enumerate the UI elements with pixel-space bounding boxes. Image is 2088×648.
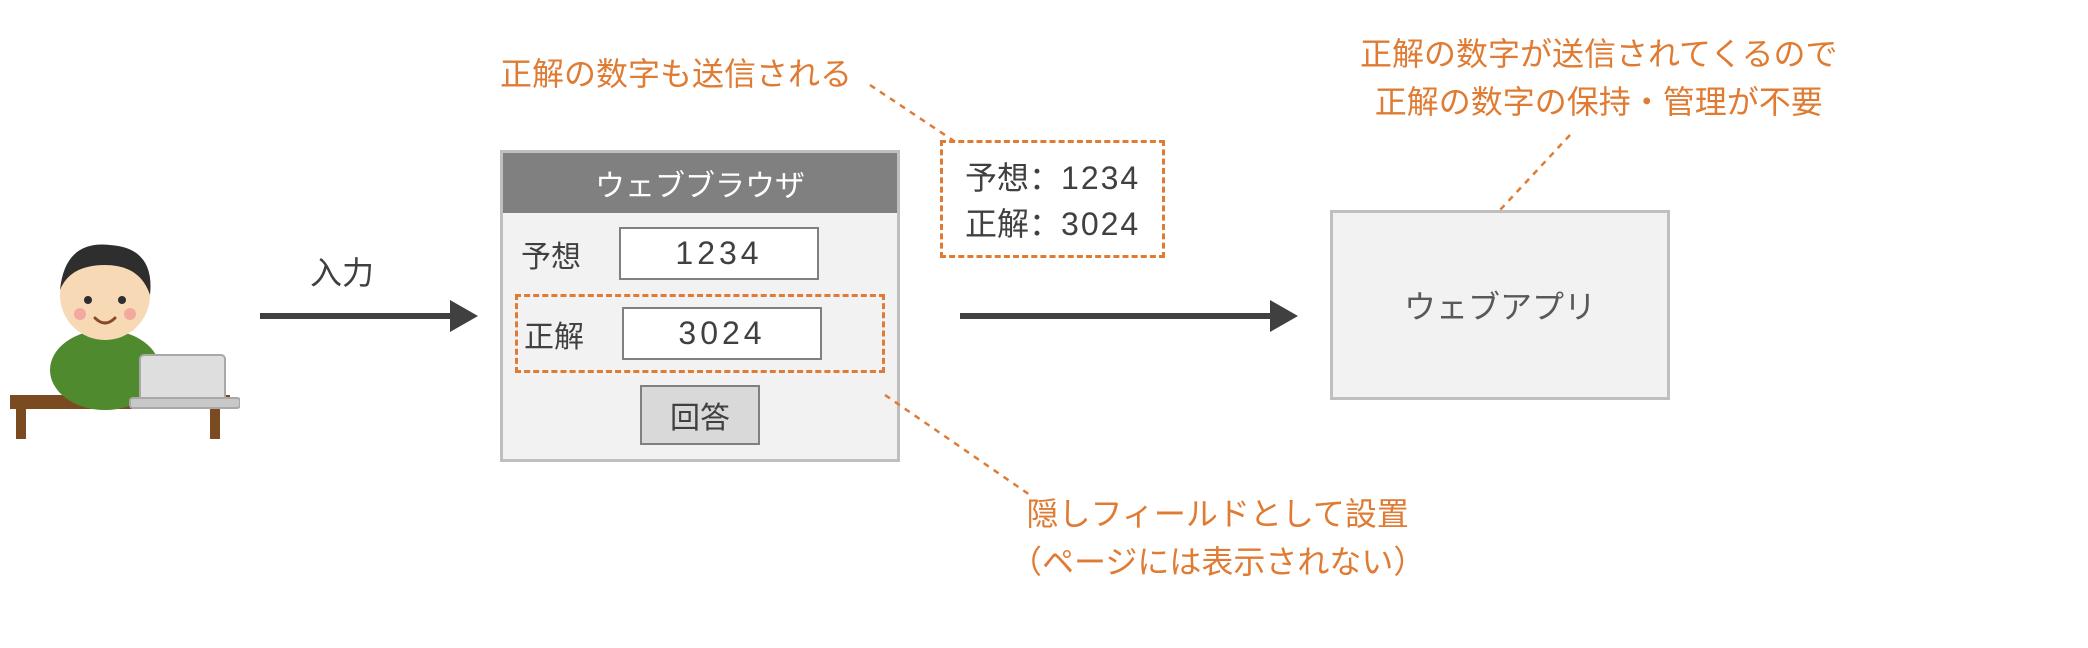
anno-hidden-field-line1: 隠しフィールドとして設置 (1010, 490, 1425, 538)
payload-answer-line: 正解：3024 (965, 199, 1140, 245)
user-illustration (10, 210, 240, 445)
payload-guess-value: 1234 (1061, 160, 1140, 196)
browser-title: ウェブブラウザ (503, 153, 897, 213)
answer-label: 正解 (524, 312, 604, 356)
arrow-input-label: 入力 (310, 248, 374, 294)
webapp-box: ウェブアプリ (1330, 210, 1670, 400)
submit-button[interactable]: 回答 (640, 385, 760, 445)
request-payload-box: 予想：1234 正解：3024 (940, 140, 1165, 258)
diagram-stage: 入力 ウェブブラウザ 予想 正解 回答 予想：1234 正解：3024 ウェブア… (0, 0, 2088, 648)
payload-guess-line: 予想：1234 (965, 153, 1140, 199)
answer-row-hidden: 正解 (515, 294, 885, 373)
webapp-label: ウェブアプリ (1404, 282, 1596, 328)
payload-answer-value: 3024 (1061, 206, 1140, 242)
guess-input[interactable] (619, 227, 819, 280)
answer-input[interactable] (622, 307, 822, 360)
payload-answer-label: 正解： (965, 206, 1061, 242)
anno-webapp-note-line1: 正解の数字が送信されてくるので (1360, 30, 1837, 78)
anno-answer-sent: 正解の数字も送信される (500, 50, 852, 98)
guess-row: 予想 (503, 213, 897, 294)
payload-guess-label: 予想： (965, 160, 1061, 196)
anno-webapp-note: 正解の数字が送信されてくるので 正解の数字の保持・管理が不要 (1360, 30, 1837, 126)
arrow-input (260, 300, 478, 332)
anno-hidden-field-line2: （ページには表示されない） (1010, 538, 1425, 586)
guess-label: 予想 (521, 232, 601, 276)
web-browser-box: ウェブブラウザ 予想 正解 回答 (500, 150, 900, 462)
arrow-to-webapp (960, 300, 1298, 332)
anno-hidden-field: 隠しフィールドとして設置 （ページには表示されない） (1010, 490, 1425, 586)
anno-webapp-note-line2: 正解の数字の保持・管理が不要 (1360, 78, 1837, 126)
